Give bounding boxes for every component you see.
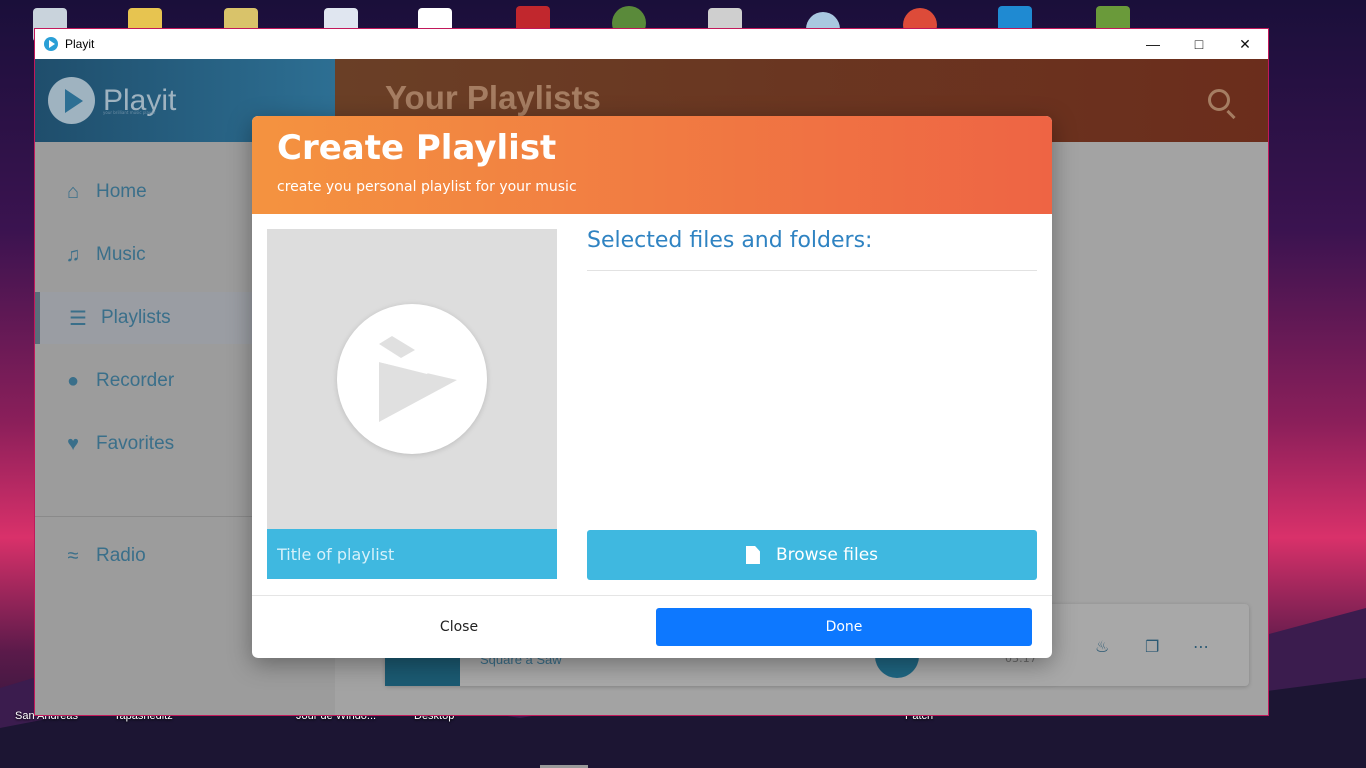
close-button-label: Close — [439, 619, 479, 635]
playlist-cover[interactable] — [267, 229, 557, 529]
heart-icon: ♥ — [67, 432, 79, 455]
playlist-title-input[interactable] — [267, 529, 557, 579]
dialog-subtitle: create you personal playlist for your mu… — [277, 179, 577, 195]
microphone-icon: ● — [66, 369, 80, 392]
playit-app-icon — [44, 37, 58, 51]
selected-files-list[interactable] — [587, 272, 1037, 528]
brand-tagline: your brilliant music player — [103, 110, 156, 115]
create-playlist-dialog: Create Playlist create you personal play… — [252, 116, 1052, 658]
title-bar[interactable]: Playit — □ ✕ — [35, 29, 1268, 59]
sidebar-item-label: Music — [96, 244, 146, 265]
list-icon: ☰ — [69, 307, 87, 330]
browse-files-button[interactable]: Browse files — [587, 530, 1037, 580]
queue-icon[interactable]: ❐ — [1145, 637, 1159, 656]
dialog-header: Create Playlist create you personal play… — [252, 116, 1052, 214]
wifi-icon: ≈ — [67, 544, 79, 567]
search-icon[interactable] — [1208, 89, 1230, 111]
close-button[interactable]: Close — [267, 608, 651, 646]
file-icon — [745, 546, 760, 564]
close-window-button[interactable]: ✕ — [1222, 29, 1268, 59]
sidebar-item-label: Radio — [96, 545, 146, 566]
dialog-title: Create Playlist — [277, 128, 557, 168]
selected-files-heading: Selected files and folders: — [587, 228, 873, 253]
more-options-icon[interactable]: ⋯ — [1193, 637, 1209, 656]
page-title: Your Playlists — [385, 79, 601, 116]
volume-icon[interactable]: ♨ — [1095, 637, 1109, 656]
done-button-label: Done — [825, 619, 863, 635]
minimize-button[interactable]: — — [1130, 29, 1176, 59]
sidebar-item-label: Playlists — [101, 307, 171, 328]
playit-logo-icon — [337, 304, 487, 454]
playit-logo-icon — [48, 77, 95, 124]
sidebar-item-label: Favorites — [96, 433, 175, 454]
window-title: Playit — [65, 37, 95, 51]
dialog-footer-divider — [252, 595, 1052, 596]
browse-files-label: Browse files — [775, 545, 879, 565]
maximize-button[interactable]: □ — [1176, 29, 1222, 59]
sidebar-item-label: Recorder — [96, 370, 175, 391]
home-icon: ⌂ — [66, 180, 80, 203]
heading-divider — [587, 270, 1037, 271]
sidebar-item-label: Home — [96, 181, 147, 202]
done-button[interactable]: Done — [656, 608, 1032, 646]
music-note-icon: ♫ — [65, 243, 81, 266]
